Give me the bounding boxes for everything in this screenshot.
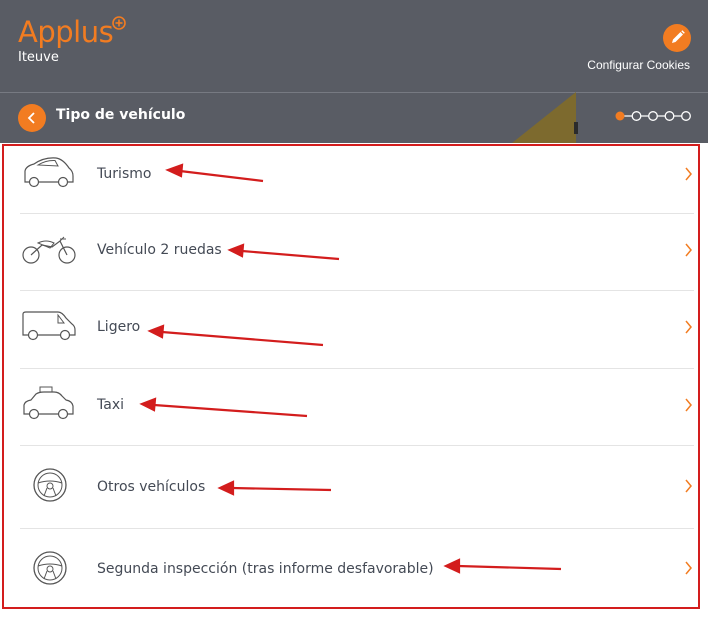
chevron-right-icon xyxy=(685,479,692,493)
step-dot-1 xyxy=(615,111,625,121)
steering-wheel-icon xyxy=(33,551,67,585)
vehicle-option-label: Vehículo 2 ruedas xyxy=(97,242,222,258)
car-icon xyxy=(24,157,74,188)
chevron-right-icon xyxy=(685,243,692,257)
step-dot-2 xyxy=(631,111,642,121)
configure-cookies-label[interactable]: Configurar Cookies xyxy=(560,58,690,72)
step-dot-3 xyxy=(648,111,658,121)
vehicle-option-ligero[interactable]: Ligero xyxy=(20,290,694,369)
motorcycle-icon xyxy=(22,236,76,264)
vehicle-option-otros[interactable]: Otros vehículos xyxy=(20,445,694,529)
van-icon xyxy=(22,311,76,341)
chevron-right-icon xyxy=(685,561,692,575)
brand-subtitle: Iteuve xyxy=(18,50,59,65)
step-dot-5 xyxy=(681,111,691,121)
chevron-right-icon xyxy=(685,398,692,412)
logo-plus-icon xyxy=(112,16,126,30)
vehicle-option-2-ruedas[interactable]: Vehículo 2 ruedas xyxy=(20,213,694,291)
decorative-wedge xyxy=(512,92,578,143)
vehicle-type-list: Turismo Vehículo 2 ruedas Ligero Taxi Ot… xyxy=(2,144,700,609)
vehicle-option-segunda-inspeccion[interactable]: Segunda inspección (tras informe desfavo… xyxy=(20,528,694,607)
vehicle-option-label: Otros vehículos xyxy=(97,479,206,495)
vehicle-option-turismo[interactable]: Turismo xyxy=(20,146,694,214)
configure-cookies-button[interactable] xyxy=(663,24,691,52)
chevron-right-icon xyxy=(685,320,692,334)
vehicle-option-label: Segunda inspección (tras informe desfavo… xyxy=(97,561,434,577)
steering-wheel-icon xyxy=(33,468,67,502)
vehicle-option-label: Ligero xyxy=(97,319,141,335)
vehicle-option-taxi[interactable]: Taxi xyxy=(20,368,694,446)
back-button[interactable] xyxy=(18,104,46,132)
step-dot-4 xyxy=(664,111,675,121)
step-progress-indicator xyxy=(615,111,691,121)
vehicle-option-label: Taxi xyxy=(97,397,124,413)
vehicle-option-label: Turismo xyxy=(97,166,152,182)
chevron-right-icon xyxy=(685,167,692,181)
page-title: Tipo de vehículo xyxy=(56,107,186,123)
taxi-icon xyxy=(23,386,74,420)
pencil-icon xyxy=(672,30,685,43)
applus-logo[interactable]: Applus xyxy=(18,14,114,50)
chevron-left-icon xyxy=(27,112,35,124)
